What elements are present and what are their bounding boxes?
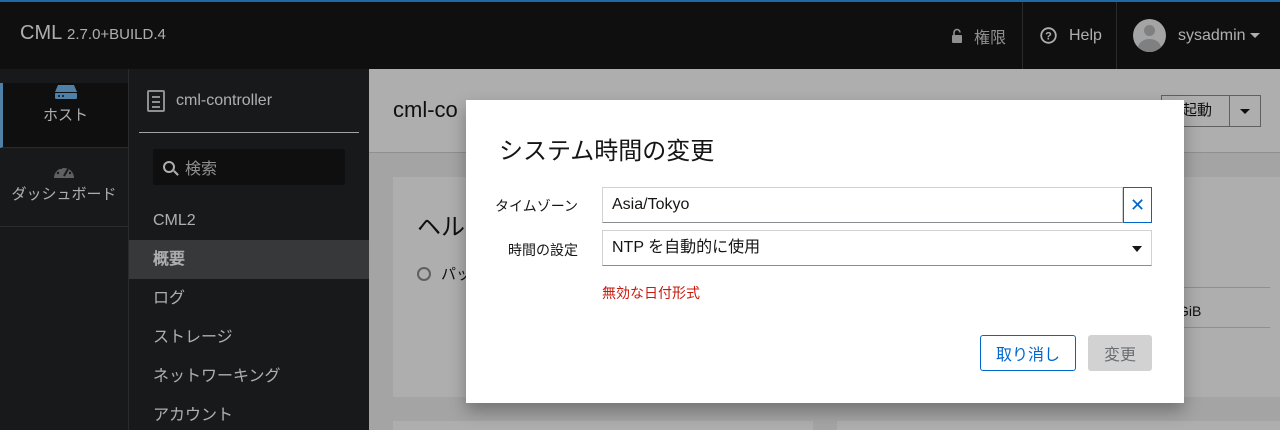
close-icon: ✕	[1129, 195, 1146, 215]
dialog-title: システム時間の変更	[499, 138, 715, 165]
error-message: 無効な日付形式	[602, 285, 700, 301]
change-button[interactable]: 変更	[1088, 335, 1152, 371]
timezone-label: タイムゾーン	[494, 198, 578, 214]
time-setting-label: 時間の設定	[508, 242, 578, 258]
cancel-button[interactable]: 取り消し	[980, 335, 1076, 371]
timezone-input[interactable]: Asia/Tokyo	[602, 187, 1123, 223]
clear-timezone-button[interactable]: ✕	[1123, 187, 1152, 223]
chevron-down-icon	[1132, 246, 1142, 252]
time-setting-value: NTP を自動的に使用	[612, 239, 761, 256]
change-system-time-dialog: システム時間の変更 タイムゾーン Asia/Tokyo ✕ 時間の設定 NTP …	[466, 100, 1184, 403]
time-setting-select[interactable]: NTP を自動的に使用	[602, 230, 1152, 266]
